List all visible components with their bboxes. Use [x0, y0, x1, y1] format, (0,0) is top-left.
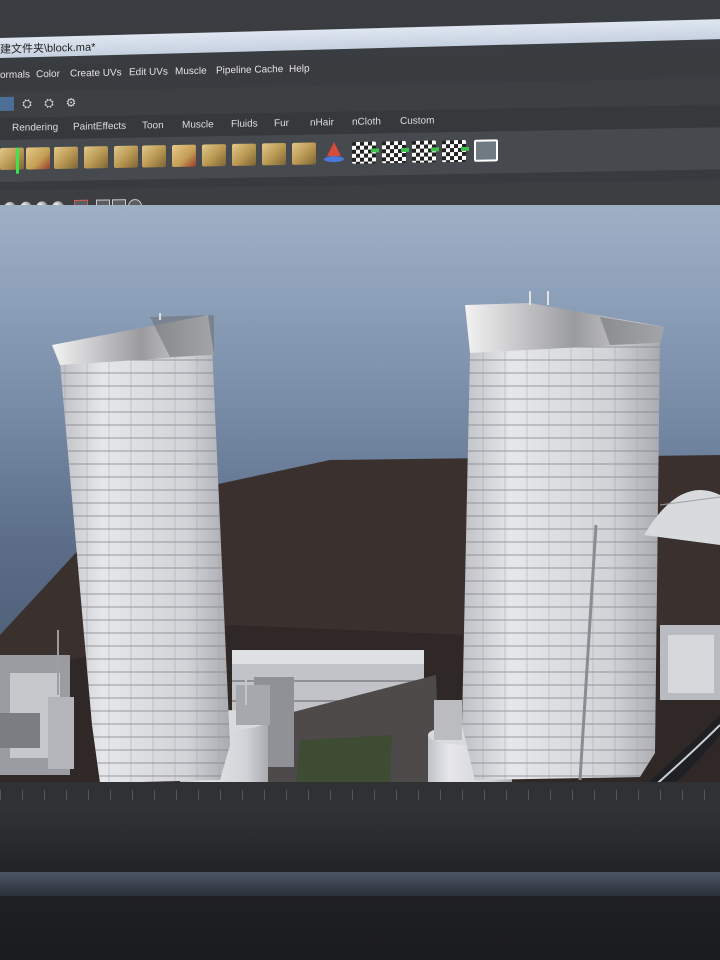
menu-create-uvs[interactable]: Create UVs: [70, 67, 122, 79]
tab-rendering[interactable]: Rendering: [12, 122, 58, 134]
shelf-separator-marker: [16, 147, 19, 174]
city-scene: [0, 291, 720, 790]
uv-planar-icon[interactable]: [0, 147, 24, 170]
uv-normalize-icon[interactable]: [172, 144, 196, 167]
window-title: 建文件夹\block.ma*: [0, 41, 96, 56]
menu-normals[interactable]: ormals: [0, 69, 30, 81]
tab-toon[interactable]: Toon: [142, 120, 164, 131]
checker-uv-icon-3[interactable]: [412, 140, 436, 163]
menu-edit-uvs[interactable]: Edit UVs: [129, 66, 168, 78]
uv-unfold-icon[interactable]: [114, 145, 138, 169]
viewport-bottom-bar: [0, 782, 720, 810]
menu-muscle[interactable]: Muscle: [175, 66, 207, 78]
render-view-icon[interactable]: [0, 96, 14, 111]
bezel-reflection: [0, 872, 720, 896]
tab-fur[interactable]: Fur: [274, 118, 289, 129]
tab-muscle[interactable]: Muscle: [182, 119, 214, 131]
monitor-frame: 建文件夹\block.ma* ormals Color Create UVs E…: [0, 0, 720, 960]
uv-layout-icon[interactable]: [142, 145, 166, 168]
3d-viewport[interactable]: [0, 205, 720, 790]
uv-grid-icon[interactable]: [202, 144, 226, 167]
uv-cylindrical-icon[interactable]: [26, 147, 50, 170]
menu-color[interactable]: Color: [36, 69, 60, 81]
menu-pipeline-cache[interactable]: Pipeline Cache: [216, 64, 283, 76]
tower-right: [462, 291, 664, 781]
uv-automatic-icon[interactable]: [84, 146, 108, 169]
tab-custom[interactable]: Custom: [400, 115, 434, 127]
uv-snapshot-icon[interactable]: [474, 139, 498, 162]
tab-ncloth[interactable]: nCloth: [352, 116, 381, 128]
uv-spherical-icon[interactable]: [54, 146, 78, 170]
uv-sew-icon[interactable]: [262, 143, 286, 166]
checker-uv-icon-1[interactable]: [352, 141, 376, 164]
uv-move-sew-icon[interactable]: [292, 142, 316, 165]
tab-painteffects[interactable]: PaintEffects: [73, 121, 126, 133]
tab-nhair[interactable]: nHair: [310, 117, 334, 128]
monitor-bezel: [0, 808, 720, 960]
cone-icon[interactable]: [322, 142, 346, 164]
uv-cut-icon[interactable]: [232, 143, 256, 166]
checker-uv-icon-2[interactable]: [382, 140, 406, 164]
ipr-render-icon[interactable]: ⛭: [42, 96, 56, 110]
render-settings-icon[interactable]: ⚙: [64, 96, 78, 110]
checker-uv-icon-4[interactable]: [442, 139, 466, 163]
menu-help[interactable]: Help: [289, 64, 310, 75]
render-frame-icon[interactable]: ⛭: [20, 96, 34, 110]
timeline-ticks: [0, 790, 720, 800]
tab-fluids[interactable]: Fluids: [231, 119, 258, 130]
